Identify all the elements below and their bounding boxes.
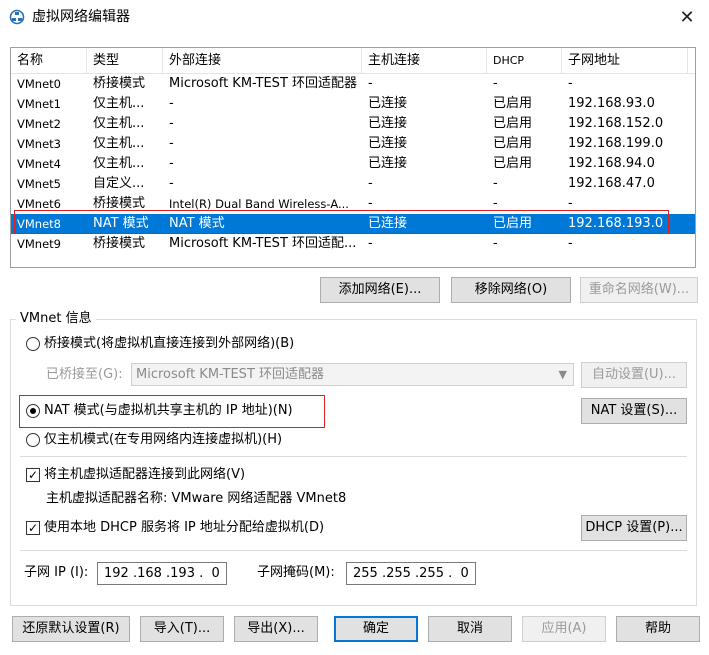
table-cell: 桥接模式 xyxy=(93,76,146,91)
import-button[interactable]: 导入(T)... xyxy=(140,616,224,642)
dhcp-checkbox[interactable]: ✓ xyxy=(26,521,40,535)
table-row[interactable]: VMnet2 仅主机... - 已连接 已启用 192.168.152.0 xyxy=(11,114,695,134)
subnet-mask-label: 子网掩码(M): xyxy=(257,565,335,580)
export-button[interactable]: 导出(X)... xyxy=(234,616,318,642)
table-cell: VMnet0 xyxy=(17,77,61,91)
window-title: 虚拟网络编辑器 xyxy=(32,9,130,25)
table-row[interactable]: VMnet3 仅主机... - 已连接 已启用 192.168.199.0 xyxy=(11,134,695,154)
table-header: 名称 类型 外部连接 主机连接 DHCP 子网地址 xyxy=(11,48,695,74)
table-cell: VMnet2 xyxy=(17,117,61,131)
table-cell: 桥接模式 xyxy=(93,236,146,251)
bridged-to-label: 已桥接至(G): xyxy=(46,367,123,382)
bridged-radio[interactable] xyxy=(26,337,40,351)
nat-label[interactable]: NAT 模式(与虚拟机共享主机的 IP 地址)(N) xyxy=(44,402,293,420)
table-cell: 仅主机... xyxy=(93,136,145,151)
table-cell: Microsoft KM-TEST 环回适配器 xyxy=(169,76,358,91)
table-cell: 已连接 xyxy=(368,96,408,111)
table-cell: - xyxy=(568,76,573,91)
table-cell: 仅主机... xyxy=(93,96,145,111)
dhcp-label[interactable]: 使用本地 DHCP 服务将 IP 地址分配给虚拟机(D) xyxy=(44,519,324,537)
table-row[interactable]: VMnet0 桥接模式 Microsoft KM-TEST 环回适配器 - - - xyxy=(11,74,695,94)
table-cell: - xyxy=(493,176,498,191)
add-network-button[interactable]: 添加网络(E)... xyxy=(320,277,440,303)
table-cell: 自定义... xyxy=(93,176,145,191)
table-cell: VMnet1 xyxy=(17,97,61,111)
table-cell: 192.168.152.0 xyxy=(568,116,664,131)
table-cell: 已连接 xyxy=(368,116,408,131)
table-cell: 192.168.199.0 xyxy=(568,136,664,151)
table-cell: 已连接 xyxy=(368,136,408,151)
network-table[interactable]: 名称 类型 外部连接 主机连接 DHCP 子网地址 VMnet0 桥接模式 Micr… xyxy=(10,47,696,268)
rename-network-button[interactable]: 重命名网络(W)... xyxy=(580,277,698,303)
table-cell: - xyxy=(493,76,498,91)
table-row[interactable]: VMnet4 仅主机... - 已连接 已启用 192.168.94.0 xyxy=(11,154,695,174)
table-cell: - xyxy=(568,236,573,251)
dhcp-settings-button[interactable]: DHCP 设置(P)... xyxy=(581,515,687,541)
table-cell: - xyxy=(368,236,373,251)
bridged-to-value: Microsoft KM-TEST 环回适配器 xyxy=(136,367,325,382)
apply-button[interactable]: 应用(A) xyxy=(522,616,606,642)
table-row[interactable]: VMnet9 桥接模式 Microsoft KM-TEST 环回适配... - - - xyxy=(11,234,695,254)
table-row[interactable]: VMnet5 自定义... - - - 192.168.47.0 xyxy=(11,174,695,194)
title-bar: 虚拟网络编辑器 ✕ xyxy=(0,0,709,34)
bridged-label[interactable]: 桥接模式(将虚拟机直接连接到外部网络)(B) xyxy=(44,335,294,353)
table-cell: 192.168.94.0 xyxy=(568,156,655,171)
table-cell: - xyxy=(368,176,373,191)
nat-radio[interactable] xyxy=(26,404,40,418)
table-cell: 已启用 xyxy=(493,156,533,171)
table-cell: 仅主机... xyxy=(93,116,145,131)
table-cell: - xyxy=(169,176,174,191)
network-editor-icon xyxy=(9,9,25,25)
col-dhcp[interactable]: DHCP xyxy=(487,48,562,74)
connect-adapter-checkbox[interactable]: ✓ xyxy=(26,468,40,482)
highlight-box xyxy=(14,210,669,234)
table-cell: Microsoft KM-TEST 环回适配... xyxy=(169,236,357,251)
col-external[interactable]: 外部连接 xyxy=(163,48,362,74)
table-cell: 已连接 xyxy=(368,156,408,171)
divider xyxy=(20,456,687,457)
ok-button[interactable]: 确定 xyxy=(334,616,418,642)
vmnet-info-title: VMnet 信息 xyxy=(16,311,96,327)
hostonly-label[interactable]: 仅主机模式(在专用网络内连接虚拟机)(H) xyxy=(44,431,282,449)
table-cell: - xyxy=(169,136,174,151)
table-cell: - xyxy=(169,116,174,131)
hostonly-radio[interactable] xyxy=(26,433,40,447)
bridged-to-select[interactable]: Microsoft KM-TEST 环回适配器 ▼ xyxy=(131,363,574,386)
adapter-name-label: 主机虚拟适配器名称: VMware 网络适配器 VMnet8 xyxy=(46,491,347,506)
cancel-button[interactable]: 取消 xyxy=(428,616,512,642)
help-button[interactable]: 帮助 xyxy=(616,616,700,642)
table-cell: VMnet9 xyxy=(17,237,61,251)
close-icon[interactable]: ✕ xyxy=(676,7,698,29)
chevron-down-icon: ▼ xyxy=(558,368,567,381)
table-cell: - xyxy=(169,156,174,171)
col-name[interactable]: 名称 xyxy=(11,48,87,74)
subnet-ip-field[interactable]: 192 .168 .193 . 0 xyxy=(97,562,227,585)
table-cell: 仅主机... xyxy=(93,156,145,171)
table-cell: 已启用 xyxy=(493,116,533,131)
table-cell: VMnet3 xyxy=(17,137,61,151)
subnet-ip-label: 子网 IP (I): xyxy=(24,565,89,580)
table-cell: - xyxy=(169,96,174,111)
nat-settings-button[interactable]: NAT 设置(S)... xyxy=(581,398,687,424)
subnet-mask-field[interactable]: 255 .255 .255 . 0 xyxy=(346,562,476,585)
auto-settings-button[interactable]: 自动设置(U)... xyxy=(581,362,687,388)
table-cell: - xyxy=(368,76,373,91)
divider xyxy=(20,550,687,551)
table-cell: 192.168.47.0 xyxy=(568,176,655,191)
restore-defaults-button[interactable]: 还原默认设置(R) xyxy=(12,616,130,642)
connect-adapter-label[interactable]: 将主机虚拟适配器连接到此网络(V) xyxy=(44,466,245,484)
table-cell: - xyxy=(493,236,498,251)
table-cell: VMnet4 xyxy=(17,157,61,171)
table-cell: 192.168.93.0 xyxy=(568,96,655,111)
table-cell: VMnet5 xyxy=(17,177,61,191)
col-type[interactable]: 类型 xyxy=(87,48,163,74)
table-row[interactable]: VMnet1 仅主机... - 已连接 已启用 192.168.93.0 xyxy=(11,94,695,114)
remove-network-button[interactable]: 移除网络(O) xyxy=(451,277,571,303)
col-subnet[interactable]: 子网地址 xyxy=(562,48,688,74)
col-host[interactable]: 主机连接 xyxy=(362,48,487,74)
table-cell: 已启用 xyxy=(493,136,533,151)
table-cell: 已启用 xyxy=(493,96,533,111)
